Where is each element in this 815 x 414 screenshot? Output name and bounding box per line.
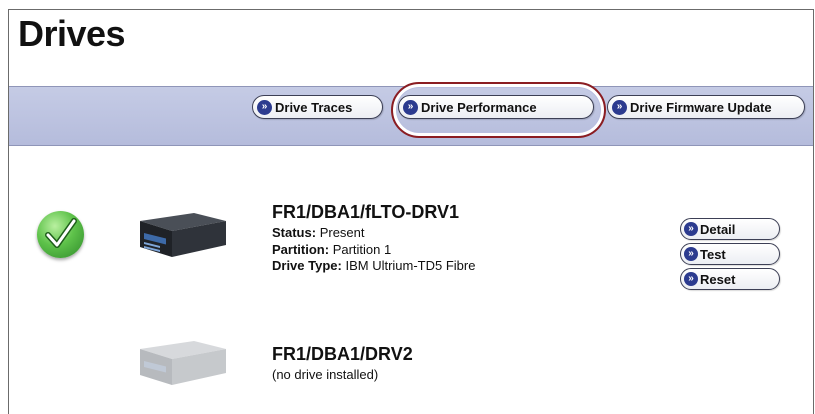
detail-label: Detail bbox=[700, 221, 736, 237]
drive-list: FR1/DBA1/fLTO-DRV1 Status: Present Parti… bbox=[9, 147, 813, 414]
test-label: Test bbox=[700, 246, 726, 262]
drive-partition: Partition: Partition 1 bbox=[272, 242, 391, 257]
green-check-icon bbox=[37, 211, 84, 258]
page-title: Drives bbox=[18, 13, 126, 54]
drive-performance-label: Drive Performance bbox=[421, 99, 537, 115]
drives-panel: Drives » Drive Traces » Drive Performanc… bbox=[8, 9, 814, 414]
page-header: Drives bbox=[9, 10, 813, 86]
drive-name: FR1/DBA1/DRV2 bbox=[272, 344, 413, 364]
drive-type: Drive Type: IBM Ultrium-TD5 Fibre bbox=[272, 258, 475, 273]
double-chevron-icon: » bbox=[684, 272, 698, 286]
detail-button[interactable]: » Detail bbox=[680, 218, 780, 240]
drive-status: Status: Present bbox=[272, 225, 365, 240]
reset-button[interactable]: » Reset bbox=[680, 268, 780, 290]
drive-note: (no drive installed) bbox=[272, 367, 379, 382]
double-chevron-icon: » bbox=[612, 99, 627, 115]
status-label: Status: bbox=[272, 225, 317, 240]
tape-drive-icon bbox=[140, 213, 226, 257]
drive-traces-button[interactable]: » Drive Traces bbox=[252, 95, 383, 119]
drive-type-value: IBM Ultrium-TD5 Fibre bbox=[345, 258, 476, 273]
test-button[interactable]: » Test bbox=[680, 243, 780, 265]
drive-performance-button[interactable]: » Drive Performance bbox=[398, 95, 594, 119]
double-chevron-icon: » bbox=[257, 99, 272, 115]
double-chevron-icon: » bbox=[684, 222, 698, 236]
reset-label: Reset bbox=[700, 271, 736, 287]
status-value: Present bbox=[319, 225, 365, 240]
drive-traces-label: Drive Traces bbox=[275, 99, 353, 115]
partition-label: Partition: bbox=[272, 242, 330, 257]
partition-value: Partition 1 bbox=[332, 242, 392, 257]
tape-drive-disabled-icon bbox=[140, 341, 226, 385]
drive-type-label: Drive Type: bbox=[272, 258, 342, 273]
drive-firmware-update-label: Drive Firmware Update bbox=[630, 99, 772, 115]
drive-firmware-update-button[interactable]: » Drive Firmware Update bbox=[607, 95, 805, 119]
double-chevron-icon: » bbox=[684, 247, 698, 261]
double-chevron-icon: » bbox=[403, 99, 418, 115]
drive-name: FR1/DBA1/fLTO-DRV1 bbox=[272, 202, 460, 222]
